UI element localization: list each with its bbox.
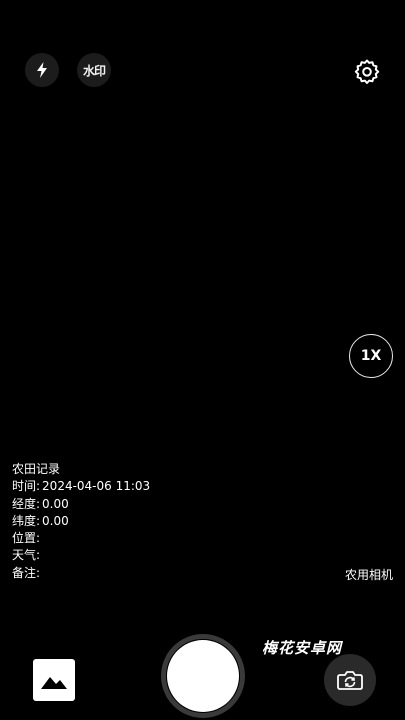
info-time-label: 时间: xyxy=(12,479,41,494)
site-watermark: 梅花安卓网 xyxy=(262,639,343,657)
shutter-inner xyxy=(167,640,239,712)
app-brand-label: 农用相机 xyxy=(344,568,393,582)
info-longitude: 经度: 0.00 xyxy=(12,496,150,513)
info-time-value: 2024-04-06 11:03 xyxy=(42,479,151,494)
image-gallery-icon xyxy=(41,677,67,689)
info-latitude-value: 0.00 xyxy=(42,513,69,528)
info-remark-label: 备注: xyxy=(12,565,41,580)
info-location-label: 位置: xyxy=(12,531,41,546)
info-longitude-value: 0.00 xyxy=(42,496,69,511)
switch-camera-button[interactable] xyxy=(324,654,376,706)
info-weather-label: 天气: xyxy=(12,548,41,563)
watermark-button[interactable]: 水印 xyxy=(77,53,111,87)
info-time: 时间: 2024-04-06 11:03 xyxy=(12,478,150,495)
info-longitude-label: 经度: xyxy=(12,496,41,511)
gear-icon xyxy=(354,59,380,84)
flash-button[interactable] xyxy=(25,53,59,87)
settings-button[interactable] xyxy=(351,56,383,88)
watermark-label: 水印 xyxy=(82,63,106,78)
info-title: 农田记录 xyxy=(12,462,61,476)
camera-viewfinder: 水印 1X 农田记录 时间: 2024-04-06 11:03 经度: 0.00 纬… xyxy=(0,0,405,720)
info-latitude: 纬度: 0.00 xyxy=(12,513,150,530)
zoom-button[interactable]: 1X xyxy=(349,334,393,378)
shutter-button[interactable] xyxy=(161,634,245,718)
switch-camera-icon xyxy=(337,671,363,690)
watermark-info-block: 农田记录 时间: 2024-04-06 11:03 经度: 0.00 纬度: 0.00… xyxy=(12,461,150,582)
gallery-button[interactable] xyxy=(33,659,75,701)
lightning-bolt-icon xyxy=(37,62,47,78)
info-weather: 天气: xyxy=(12,547,150,564)
info-remark: 备注: xyxy=(12,565,150,582)
info-location: 位置: xyxy=(12,530,150,547)
info-latitude-label: 纬度: xyxy=(12,513,41,528)
